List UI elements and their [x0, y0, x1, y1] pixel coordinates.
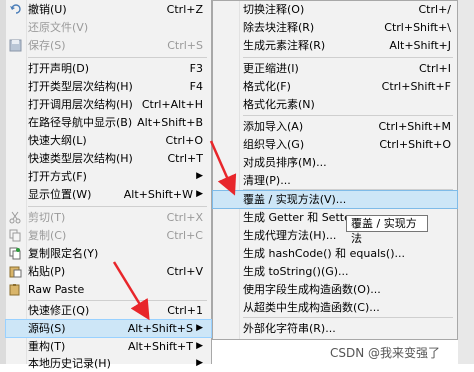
watermark: CSDN @我来变强了: [330, 346, 441, 360]
arrow-to-override-methods: [209, 140, 237, 196]
annotation-arrows: [112, 140, 237, 321]
arrow-to-source: [112, 261, 150, 321]
